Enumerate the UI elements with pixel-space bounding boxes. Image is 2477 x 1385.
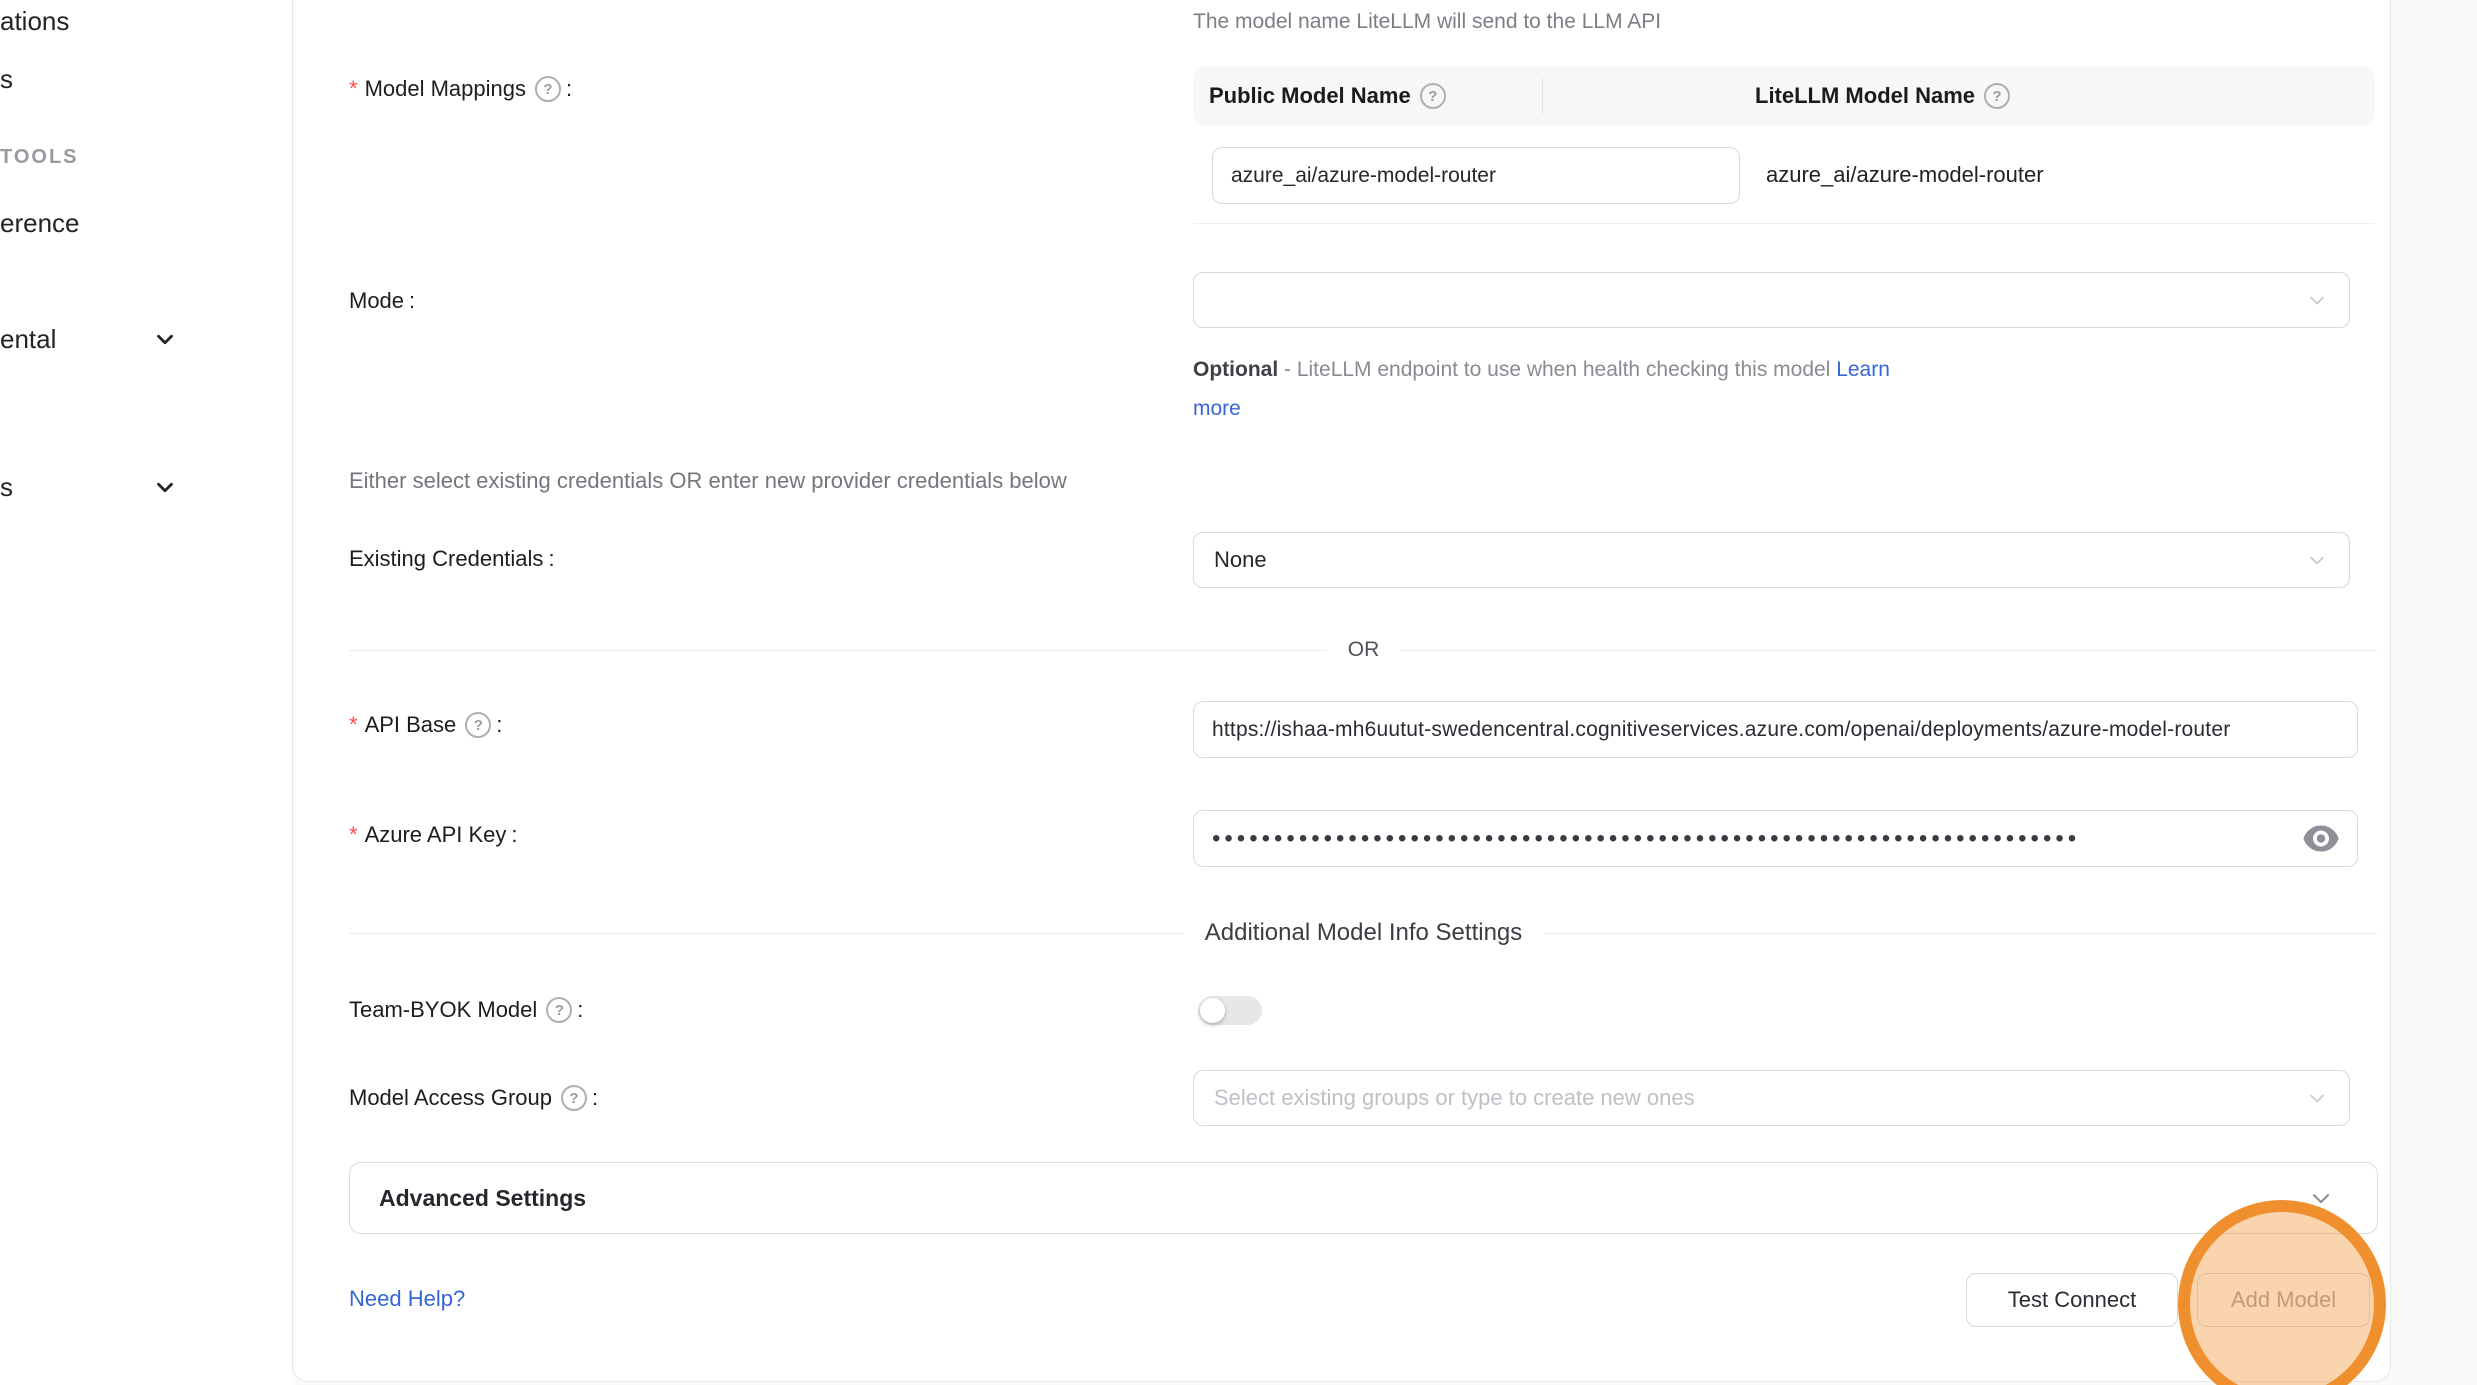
model-mappings-table-header: Public Model Name ? LiteLLM Model Name ? <box>1193 67 2375 125</box>
model-mappings-table-row: azure_ai/azure-model-router <box>1193 125 2375 224</box>
sidebar-item-label: s <box>0 472 13 502</box>
mode-label: Mode : <box>349 288 415 314</box>
required-mark: * <box>349 712 358 738</box>
label-colon: : <box>577 997 583 1023</box>
chevron-down-icon <box>2305 1086 2329 1110</box>
chevron-down-icon[interactable] <box>152 326 178 357</box>
table-header-divider <box>1542 78 1543 114</box>
label-colon: : <box>511 822 517 848</box>
azure-api-key-input[interactable]: ••••••••••••••••••••••••••••••••••••••••… <box>1193 810 2358 867</box>
mode-select[interactable] <box>1193 272 2350 328</box>
add-model-button[interactable]: Add Model <box>2197 1273 2370 1327</box>
model-access-group-placeholder: Select existing groups or type to create… <box>1214 1085 1695 1111</box>
or-divider: OR <box>349 630 2378 670</box>
advanced-settings-panel[interactable]: Advanced Settings <box>349 1162 2378 1234</box>
sidebar-item-label: ations <box>0 6 69 36</box>
chevron-down-icon <box>2305 288 2329 312</box>
additional-model-info-divider: Additional Model Info Settings <box>349 913 2378 953</box>
required-mark: * <box>349 822 358 848</box>
public-model-name-input[interactable] <box>1212 147 1740 204</box>
team-byok-label: Team-BYOK Model ? : <box>349 997 583 1023</box>
advanced-settings-label: Advanced Settings <box>379 1185 586 1212</box>
or-divider-text: OR <box>1326 638 1402 662</box>
sidebar-item-erence[interactable]: erence <box>0 208 80 239</box>
label-colon: : <box>409 288 415 314</box>
question-circle-icon[interactable]: ? <box>535 76 561 102</box>
add-model-page: ations s TOOLS erence ental s The model … <box>0 0 2477 1385</box>
sidebar-item-label: s <box>0 64 13 94</box>
chevron-down-icon <box>2307 1184 2335 1212</box>
eye-icon[interactable] <box>2301 824 2341 854</box>
question-circle-icon[interactable]: ? <box>1420 83 1446 109</box>
additional-model-info-divider-text: Additional Model Info Settings <box>1183 919 1545 947</box>
question-circle-icon[interactable]: ? <box>546 997 572 1023</box>
need-help-link[interactable]: Need Help? <box>349 1286 465 1312</box>
chevron-down-icon <box>2305 548 2329 572</box>
label-colon: : <box>548 546 554 572</box>
model-access-group-label: Model Access Group ? : <box>349 1085 598 1111</box>
api-base-input[interactable] <box>1193 701 2358 758</box>
question-circle-icon[interactable]: ? <box>1984 83 2010 109</box>
team-byok-toggle[interactable] <box>1198 996 1262 1025</box>
label-colon: : <box>566 76 572 102</box>
sidebar-item-ental[interactable]: ental <box>0 324 56 355</box>
mode-help-text: Optional - LiteLLM endpoint to use when … <box>1193 350 1943 428</box>
model-mappings-label: * Model Mappings ? : <box>349 76 572 102</box>
toggle-knob <box>1200 998 1225 1023</box>
litellm-model-name-header: LiteLLM Model Name ? <box>1755 83 2010 109</box>
sidebar-item-s1[interactable]: s <box>0 64 13 95</box>
sidebar-item-label: ental <box>0 324 56 354</box>
credentials-note: Either select existing credentials OR en… <box>349 468 1067 494</box>
existing-credentials-label: Existing Credentials : <box>349 546 555 572</box>
test-connect-button[interactable]: Test Connect <box>1966 1273 2178 1327</box>
sidebar: ations s TOOLS erence ental s <box>0 0 292 1385</box>
azure-api-key-label: * Azure API Key : <box>349 822 518 848</box>
sidebar-section-tools: TOOLS <box>0 146 79 169</box>
chevron-down-icon[interactable] <box>152 474 178 505</box>
label-colon: : <box>592 1085 598 1111</box>
masked-api-key-value: ••••••••••••••••••••••••••••••••••••••••… <box>1212 811 2287 866</box>
label-colon: : <box>496 712 502 738</box>
question-circle-icon[interactable]: ? <box>465 712 491 738</box>
question-circle-icon[interactable]: ? <box>561 1085 587 1111</box>
sidebar-item-ations[interactable]: ations <box>0 6 69 37</box>
existing-credentials-select[interactable]: None <box>1193 532 2350 588</box>
litellm-model-name-value: azure_ai/azure-model-router <box>1766 125 2044 224</box>
sidebar-item-s2[interactable]: s <box>0 472 13 503</box>
model-name-hint: The model name LiteLLM will send to the … <box>1193 10 1661 34</box>
public-model-name-header: Public Model Name ? <box>1193 83 1755 109</box>
existing-credentials-value: None <box>1214 547 1267 573</box>
sidebar-item-label: erence <box>0 208 80 238</box>
required-mark: * <box>349 76 358 102</box>
api-base-label: * API Base ? : <box>349 712 502 738</box>
model-access-group-select[interactable]: Select existing groups or type to create… <box>1193 1070 2350 1126</box>
